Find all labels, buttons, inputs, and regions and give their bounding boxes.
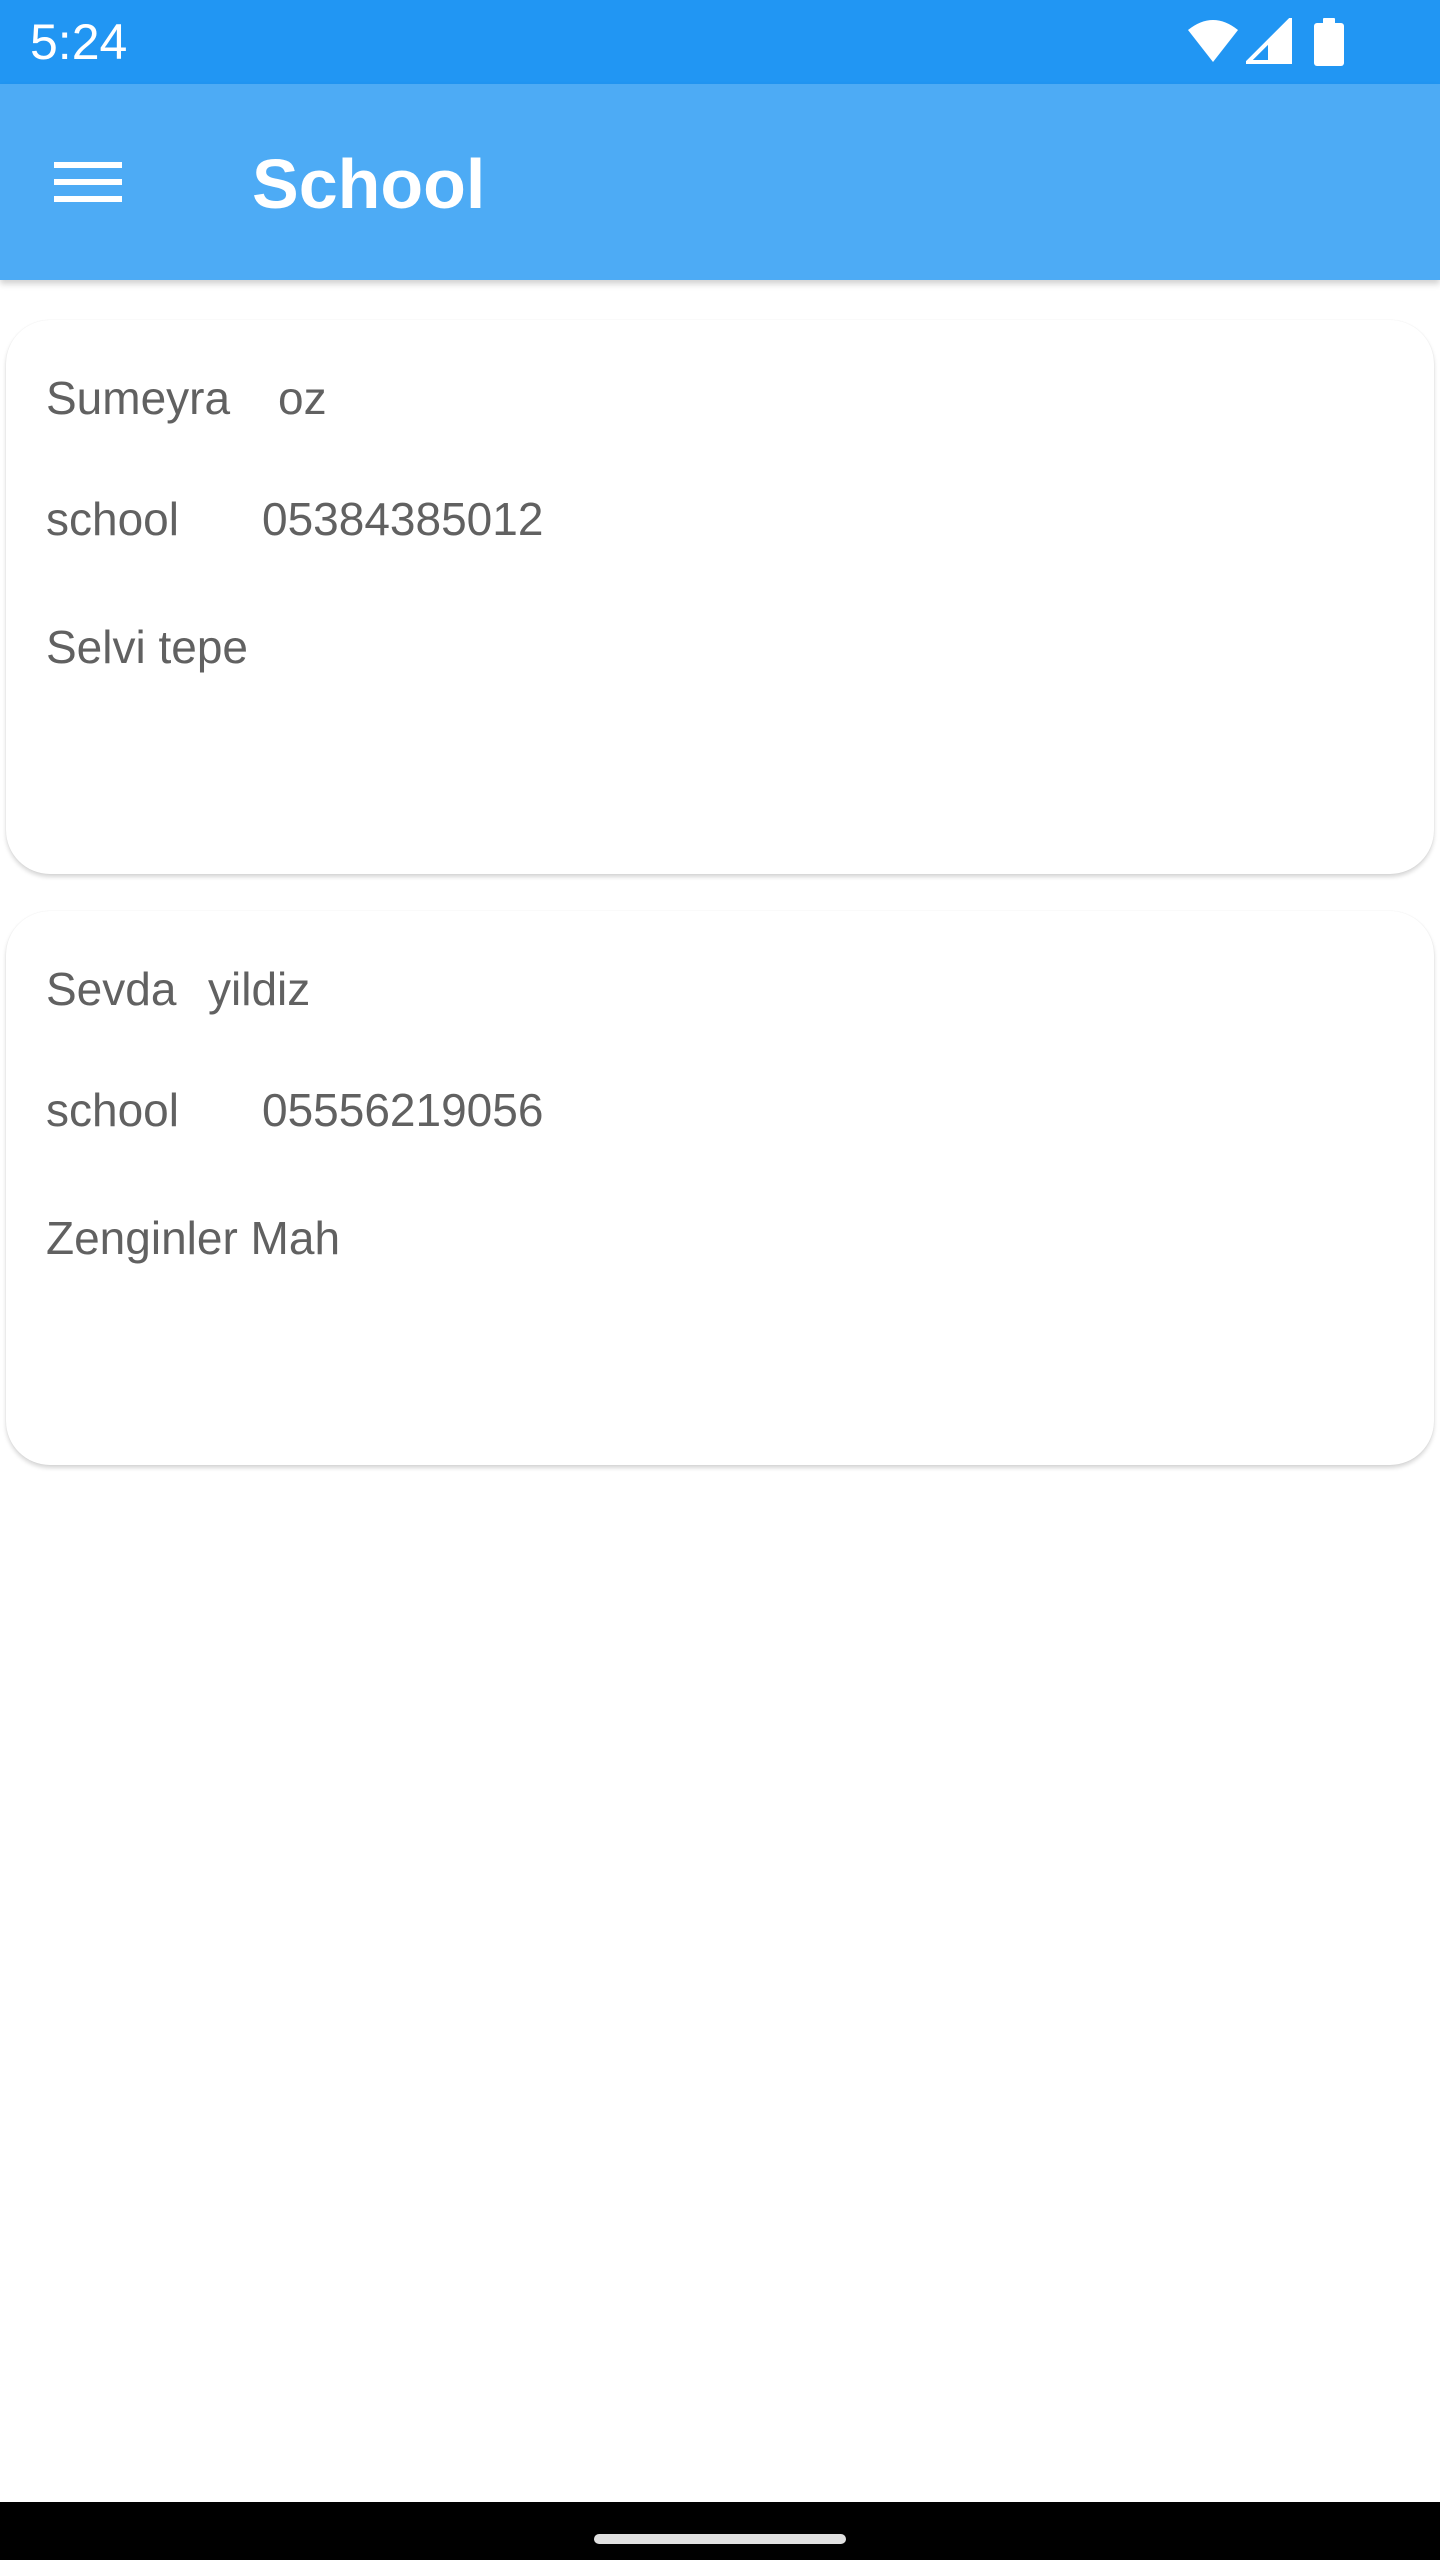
contact-card[interactable]: Sumeyra oz school 05384385012 Selvi tepe	[6, 320, 1434, 874]
contact-first-name: Sevda	[46, 963, 177, 1015]
contact-phone: 05556219056	[262, 1084, 544, 1136]
contact-first-name: Sumeyra	[46, 372, 231, 424]
status-bar: 5:24	[0, 0, 1440, 84]
contact-phone: 05384385012	[262, 493, 544, 545]
home-gesture-handle[interactable]	[594, 2534, 846, 2544]
hamburger-menu-icon	[54, 158, 122, 211]
contact-last-name: oz	[278, 372, 327, 424]
screen: 5:24 School Sumeyra oz school 0538438501…	[0, 0, 1440, 2560]
navigation-bar	[0, 2502, 1440, 2560]
contact-address: Zenginler Mah	[46, 1212, 341, 1264]
status-time: 5:24	[30, 14, 128, 70]
contact-address: Selvi tepe	[46, 621, 249, 673]
menu-button[interactable]	[40, 136, 136, 232]
battery-icon	[1314, 18, 1344, 71]
cellular-signal-icon	[1243, 15, 1292, 69]
contact-role: school	[46, 1084, 179, 1136]
contact-role: school	[46, 493, 179, 545]
app-bar: School	[0, 84, 1440, 280]
wifi-icon	[1186, 18, 1240, 69]
contact-card[interactable]: Sevda yildiz school 05556219056 Zenginle…	[6, 911, 1434, 1465]
contact-last-name: yildiz	[208, 963, 311, 1015]
page-title: School	[252, 145, 486, 223]
